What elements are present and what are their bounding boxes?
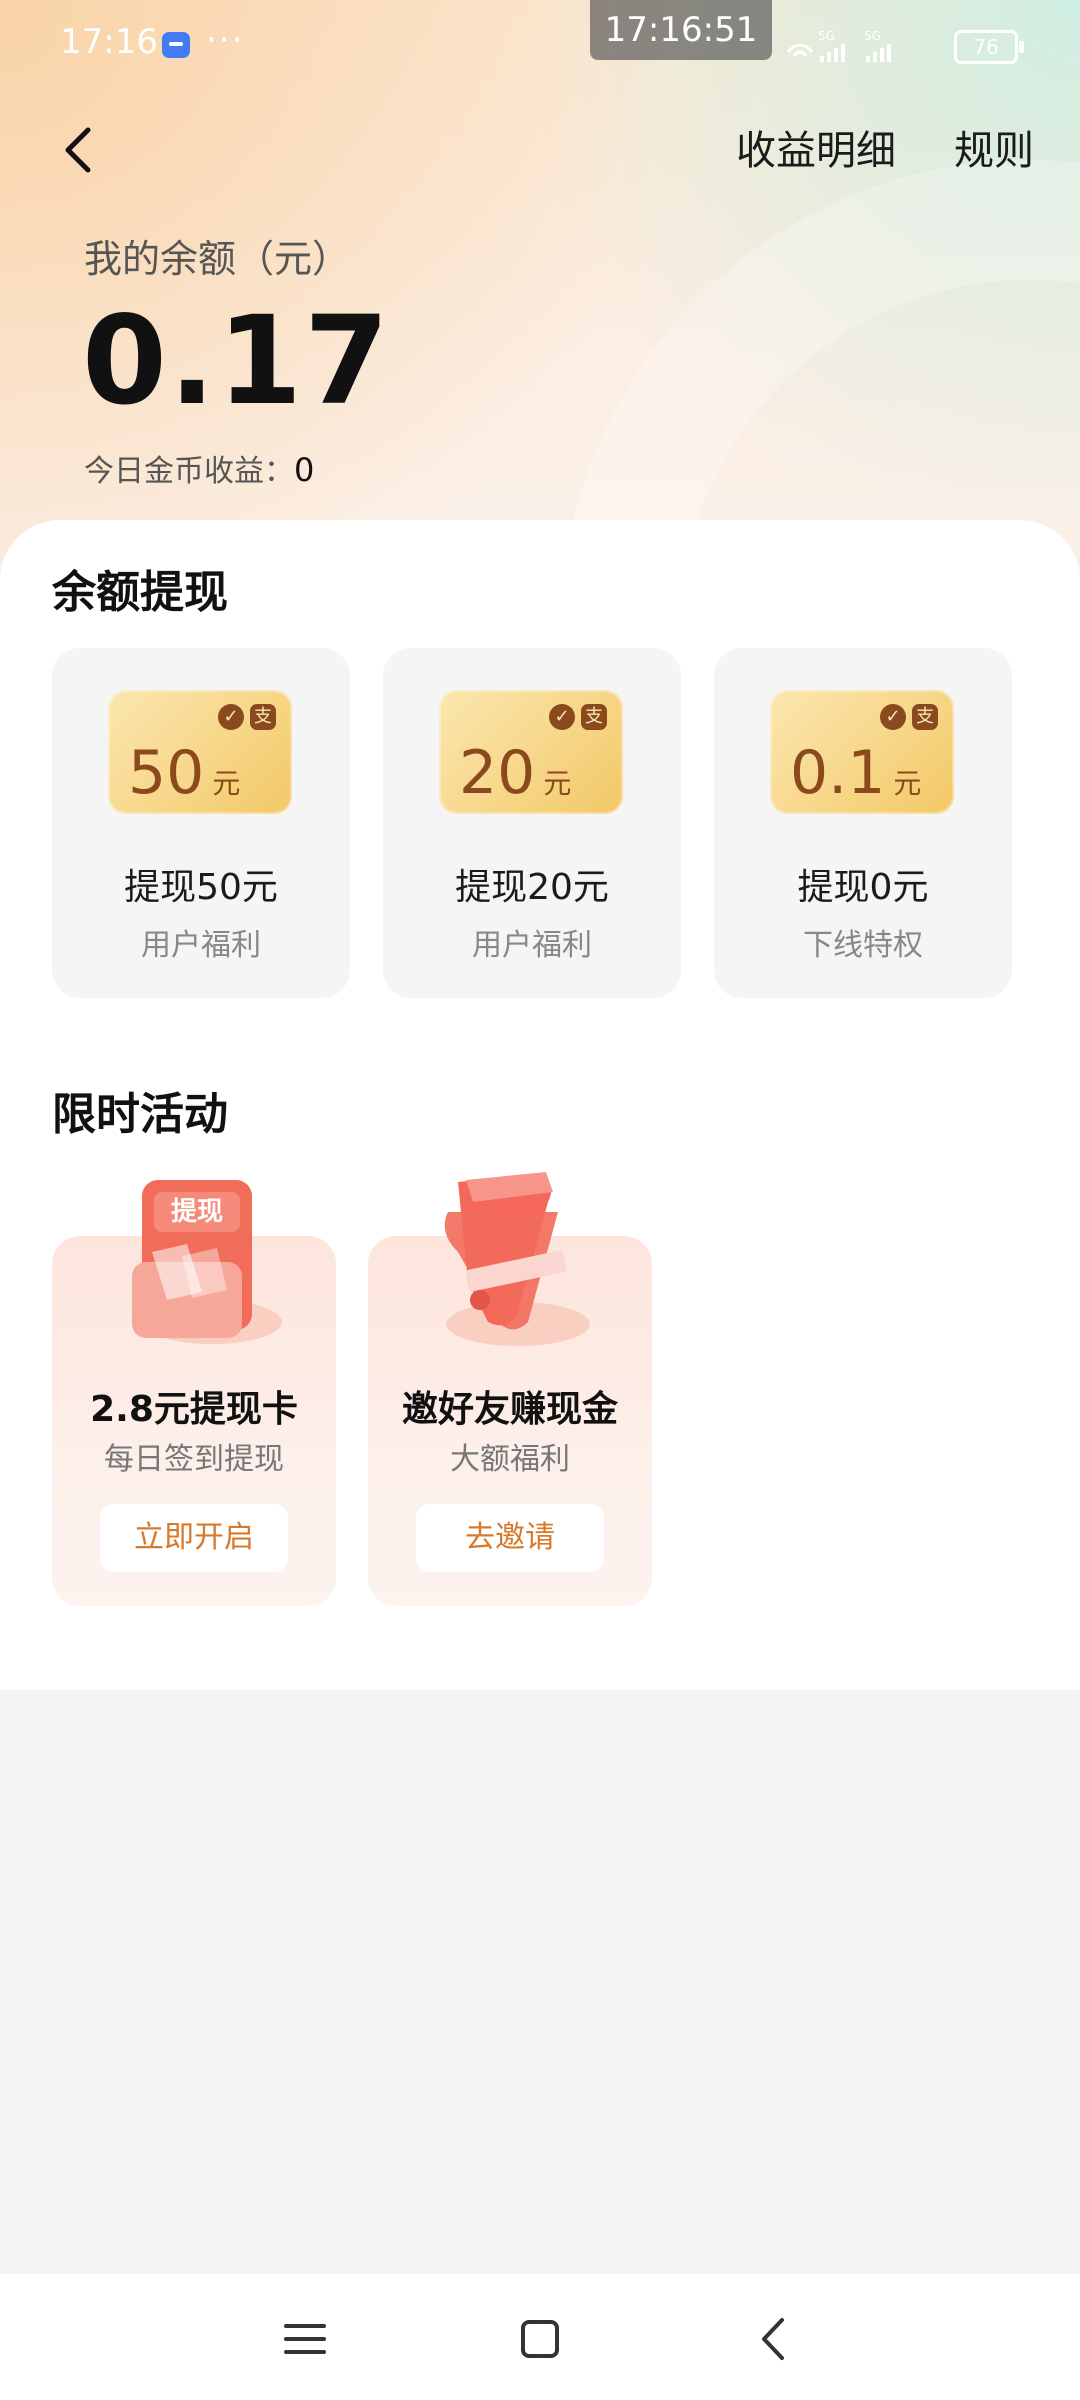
ticket-amount-value: 50 [128,738,205,808]
status-bar: 17:16 ··· 17:16:51 5G 5G 76 [0,0,1080,90]
ticket-amount: 0.1 元 [790,738,921,808]
back-arrow-icon [762,2318,784,2360]
chevron-left-icon [65,127,91,173]
withdraw-option-50[interactable]: ✓ 支 50 元 提现50元 用户福利 [52,648,350,998]
activities-section-title: 限时活动 [52,1089,228,1140]
withdraw-option-title: 提现0元 [797,867,929,908]
wechat-pay-icon: ✓ [880,704,906,730]
ticket-unit: 元 [893,767,922,800]
coin-income-label: 今日金币收益： [84,454,294,489]
cash-money-illustration [444,1172,590,1346]
withdraw-badge-text: 提现 [171,1197,223,1227]
ticket-amount-value: 0.1 [790,738,886,808]
alipay-icon: 支 [250,704,276,730]
withdraw-option-0-1[interactable]: ✓ 支 0.1 元 提现0元 下线特权 [714,648,1012,998]
alipay-icon: 支 [581,704,607,730]
open-now-button[interactable]: 立即开启 [100,1504,288,1572]
svg-text:5G: 5G [818,29,835,43]
balance-value: 0.17 [82,290,392,432]
activity-subtitle: 每日签到提现 [104,1442,284,1477]
wechat-pay-icon: ✓ [549,704,575,730]
ticket-amount: 50 元 [128,738,240,808]
signal-icon: 5G 5G [786,26,946,71]
overlay-clock: 17:16:51 [590,0,772,60]
withdraw-option-subtitle: 用户福利 [472,928,592,963]
income-details-link[interactable]: 收益明细 [736,118,896,176]
ticket-amount: 20 元 [459,738,571,808]
activity-title: 2.8元提现卡 [90,1389,298,1430]
invite-button[interactable]: 去邀请 [416,1504,604,1572]
status-time: 17:16 [60,22,158,62]
cash-ticket: ✓ 支 0.1 元 [770,690,954,814]
home-button[interactable] [505,2304,575,2374]
balance-label: 我的余额（元） [84,237,351,281]
rules-link[interactable]: 规则 [954,118,1034,176]
wechat-pay-icon: ✓ [218,704,244,730]
withdraw-section-title: 余额提现 [52,567,228,618]
withdraw-card-illustration: 提现 [132,1180,282,1344]
ticket-amount-value: 20 [459,738,536,808]
activity-subtitle: 大额福利 [450,1442,570,1477]
ticket-unit: 元 [212,767,241,800]
battery-icon: 76 [954,30,1024,64]
payment-icons: ✓ 支 [874,704,938,730]
system-back-button[interactable] [740,2304,810,2374]
ticket-unit: 元 [543,767,572,800]
menu-button[interactable] [270,2304,340,2374]
withdraw-option-title: 提现50元 [124,867,278,908]
system-navigation-bar [0,2274,1080,2400]
back-button[interactable] [50,120,110,180]
cash-ticket: ✓ 支 50 元 [108,690,292,814]
home-square-icon [521,2320,559,2358]
message-icon [162,32,190,58]
menu-icon [284,2324,326,2354]
network-signal-icon: 5G 5G [786,29,891,62]
coin-income-value: 0 [294,451,315,489]
withdraw-option-subtitle: 用户福利 [141,928,261,963]
withdraw-option-title: 提现20元 [455,867,609,908]
cash-ticket: ✓ 支 20 元 [439,690,623,814]
activity-card-invite[interactable]: 邀好友赚现金 大额福利 去邀请 [368,1172,652,1606]
payment-icons: ✓ 支 [212,704,276,730]
activity-card-withdraw[interactable]: 提现 2.8元提现卡 每日签到提现 立即开启 [52,1180,336,1606]
alipay-icon: 支 [912,704,938,730]
activity-title: 邀好友赚现金 [401,1389,618,1430]
payment-icons: ✓ 支 [543,704,607,730]
more-notifications-icon: ··· [206,20,245,60]
withdraw-option-subtitle: 下线特权 [803,928,923,963]
today-coin-income: 今日金币收益：0 [84,446,314,490]
svg-text:5G: 5G [864,29,881,43]
withdraw-option-20[interactable]: ✓ 支 20 元 提现20元 用户福利 [383,648,681,998]
